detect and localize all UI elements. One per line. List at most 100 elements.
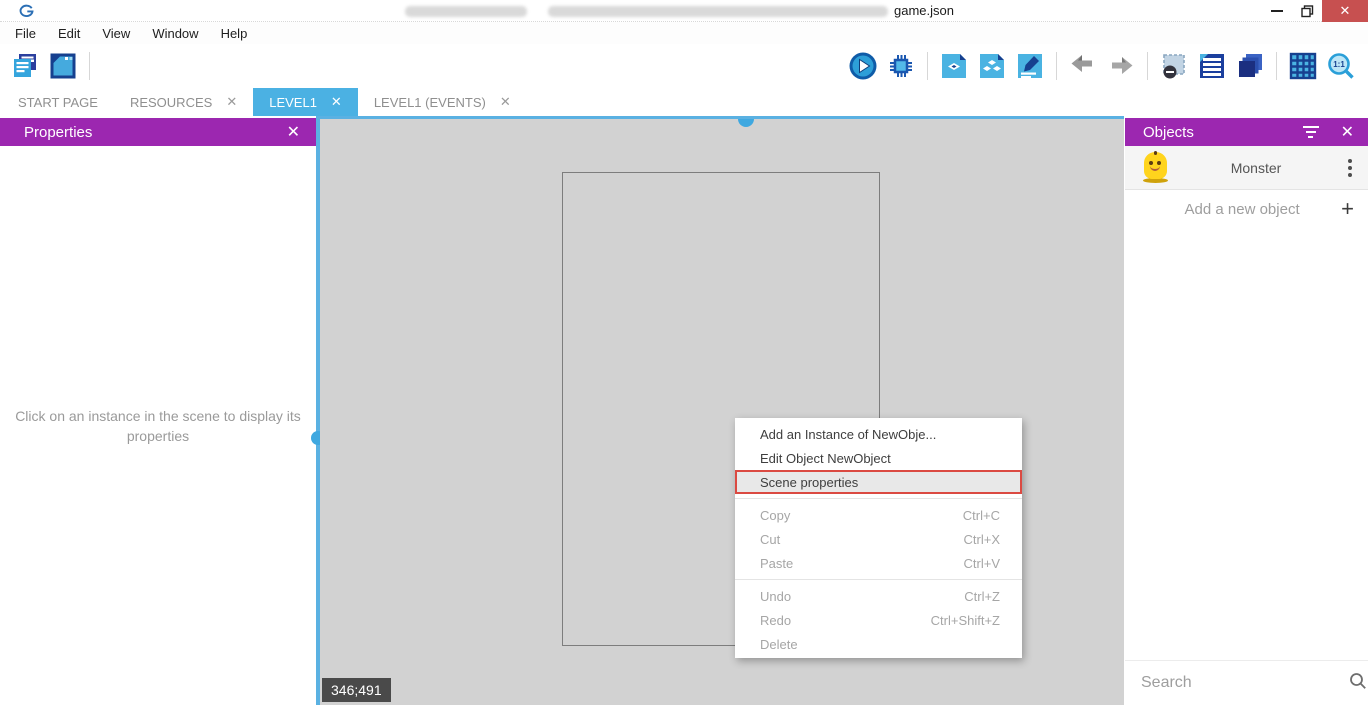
plus-icon: + <box>1341 198 1354 220</box>
search-icon <box>1348 671 1368 696</box>
menu-separator <box>735 579 1022 580</box>
instances-list-icon <box>1197 51 1227 81</box>
context-menu-item-add-instance[interactable]: Add an Instance of NewObje... <box>735 422 1022 446</box>
toolbar-divider <box>927 52 928 80</box>
top-panel-resizer[interactable] <box>320 116 1124 119</box>
properties-panel-title: Properties <box>24 124 92 141</box>
menu-item-label: Undo <box>760 589 791 604</box>
object-row-monster[interactable]: Monster <box>1125 146 1368 190</box>
redacted-path-text <box>548 6 888 17</box>
context-menu-item-cut[interactable]: Cut Ctrl+X <box>735 527 1022 551</box>
resizer-handle[interactable] <box>738 119 754 127</box>
menu-item-label: Edit Object NewObject <box>760 451 891 466</box>
debug-button[interactable] <box>885 50 917 82</box>
menu-bar: File Edit View Window Help <box>0 22 1368 44</box>
minimize-icon <box>1271 10 1283 12</box>
properties-close-icon[interactable]: ✕ <box>287 122 300 142</box>
undo-button[interactable] <box>1067 50 1099 82</box>
tab-label: START PAGE <box>18 95 98 110</box>
menu-item-label: Cut <box>760 532 780 547</box>
context-menu-item-edit-object[interactable]: Edit Object NewObject <box>735 446 1022 470</box>
tab-start-page[interactable]: START PAGE <box>2 88 114 116</box>
scene-instances-button[interactable] <box>976 50 1008 82</box>
context-menu-item-scene-properties[interactable]: Scene properties <box>735 470 1022 494</box>
context-menu-item-redo[interactable]: Redo Ctrl+Shift+Z <box>735 608 1022 632</box>
redacted-title-text <box>405 6 527 17</box>
start-page-button[interactable] <box>47 50 79 82</box>
toolbar-divider <box>1147 52 1148 80</box>
tab-level1-events[interactable]: LEVEL1 (EVENTS) ✕ <box>358 88 527 116</box>
menu-item-label: Redo <box>760 613 791 628</box>
menu-item-label: Copy <box>760 508 790 523</box>
toolbar: 1:1 <box>0 44 1368 88</box>
restore-button[interactable] <box>1292 0 1322 22</box>
context-menu-item-copy[interactable]: Copy Ctrl+C <box>735 503 1022 527</box>
add-object-label: Add a new object <box>1143 201 1341 218</box>
gdevelop-logo-icon <box>18 3 35 19</box>
scene-properties-button[interactable] <box>1014 50 1046 82</box>
tab-level1[interactable]: LEVEL1 ✕ <box>253 88 358 116</box>
objects-search-input[interactable] <box>1141 674 1348 692</box>
title-bar: game.json ✕ <box>0 0 1368 22</box>
objects-panel-empty-area <box>1125 228 1368 660</box>
minimize-button[interactable] <box>1262 0 1292 22</box>
context-menu-item-paste[interactable]: Paste Ctrl+V <box>735 551 1022 575</box>
scene-objects-icon <box>939 51 969 81</box>
object-menu-kebab-icon[interactable] <box>1344 155 1356 181</box>
menu-help[interactable]: Help <box>210 26 259 41</box>
objects-panel: Objects ✕ Monster Add a ne <box>1125 116 1368 705</box>
tab-close-icon[interactable]: ✕ <box>226 94 237 110</box>
tab-close-icon[interactable]: ✕ <box>331 94 342 110</box>
tab-label: LEVEL1 <box>269 95 317 110</box>
add-object-row[interactable]: Add a new object + <box>1125 190 1368 228</box>
object-name: Monster <box>1168 160 1344 176</box>
properties-empty-message: Click on an instance in the scene to dis… <box>13 406 303 446</box>
menu-item-shortcut: Ctrl+Z <box>964 589 1000 604</box>
restore-icon <box>1301 5 1314 18</box>
main-content: Properties ✕ Click on an instance in the… <box>0 116 1368 705</box>
menu-item-label: Scene properties <box>760 475 858 490</box>
scene-canvas[interactable]: 346;491 Add an Instance of NewObje... Ed… <box>320 116 1124 705</box>
tab-close-icon[interactable]: ✕ <box>500 94 511 110</box>
scene-objects-button[interactable] <box>938 50 970 82</box>
objects-panel-header: Objects ✕ <box>1125 118 1368 146</box>
preview-play-button[interactable] <box>847 50 879 82</box>
objects-close-icon[interactable]: ✕ <box>1341 122 1354 142</box>
close-icon: ✕ <box>1340 3 1351 19</box>
render-mask-button[interactable] <box>1158 50 1190 82</box>
grid-button[interactable] <box>1287 50 1319 82</box>
grid-icon <box>1288 51 1318 81</box>
redo-button[interactable] <box>1105 50 1137 82</box>
scene-instances-icon <box>977 51 1007 81</box>
render-mask-icon <box>1159 51 1189 81</box>
menu-item-label: Paste <box>760 556 793 571</box>
close-button[interactable]: ✕ <box>1322 0 1368 22</box>
project-manager-button[interactable] <box>9 50 41 82</box>
instances-list-button[interactable] <box>1196 50 1228 82</box>
document-title: game.json <box>894 3 954 18</box>
zoom-original-icon: 1:1 <box>1326 51 1356 81</box>
monster-thumbnail-icon <box>1143 152 1168 183</box>
objects-panel-title: Objects <box>1143 124 1194 141</box>
tab-label: RESOURCES <box>130 95 212 110</box>
menu-item-label: Delete <box>760 637 798 652</box>
menu-view[interactable]: View <box>91 26 141 41</box>
tab-bar: START PAGE RESOURCES ✕ LEVEL1 ✕ LEVEL1 (… <box>0 88 1368 116</box>
menu-item-shortcut: Ctrl+C <box>963 508 1000 523</box>
context-menu: Add an Instance of NewObje... Edit Objec… <box>735 418 1022 658</box>
context-menu-item-undo[interactable]: Undo Ctrl+Z <box>735 584 1022 608</box>
filter-icon[interactable] <box>1303 126 1319 138</box>
zoom-original-button[interactable]: 1:1 <box>1325 50 1357 82</box>
menu-file[interactable]: File <box>4 26 47 41</box>
window-controls: ✕ <box>1262 0 1368 22</box>
context-menu-item-delete[interactable]: Delete <box>735 632 1022 656</box>
tab-resources[interactable]: RESOURCES ✕ <box>114 88 253 116</box>
menu-edit[interactable]: Edit <box>47 26 91 41</box>
undo-icon <box>1068 51 1098 81</box>
menu-item-shortcut: Ctrl+X <box>964 532 1000 547</box>
scene-properties-icon <box>1015 51 1045 81</box>
layers-button[interactable] <box>1234 50 1266 82</box>
toolbar-divider <box>89 52 90 80</box>
menu-window[interactable]: Window <box>141 26 209 41</box>
menu-separator <box>735 498 1022 499</box>
